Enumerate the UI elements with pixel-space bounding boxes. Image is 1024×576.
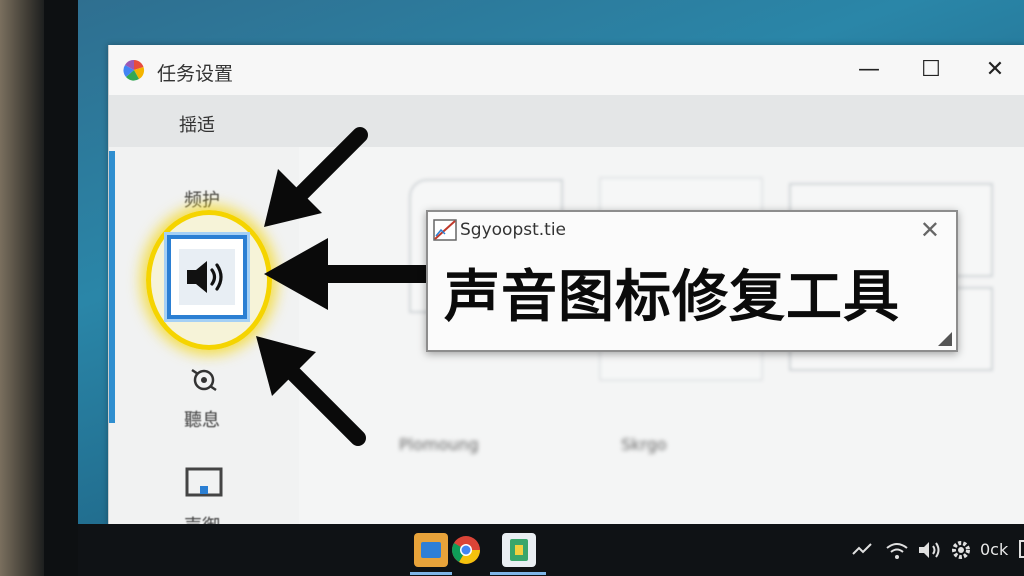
notification-icon[interactable] (1018, 538, 1024, 562)
wifi-icon[interactable] (884, 538, 910, 562)
dialog-headline: 声音图标修复工具 (444, 265, 900, 330)
arrow-pointer-icon (264, 238, 426, 310)
settings-app-taskbar-icon[interactable] (502, 533, 536, 567)
active-app-indicator (410, 572, 452, 575)
menu-label[interactable]: 揺适 (179, 111, 215, 137)
taskbar: 0ck (78, 524, 1024, 576)
speaker-volume-icon (187, 261, 223, 293)
monitor-bezel (0, 0, 48, 576)
chevron-up-icon[interactable] (850, 538, 874, 562)
close-button[interactable]: ✕ (973, 55, 1017, 85)
arrow-pointer-icon (264, 127, 368, 227)
dialog-close-button[interactable]: ✕ (920, 216, 940, 244)
sound-tile (179, 249, 235, 305)
title-bar: 任务设置 — ☐ ✕ (109, 45, 1024, 95)
monitor-edge (44, 0, 78, 576)
maximize-button[interactable]: ☐ (909, 55, 953, 85)
volume-tray-icon[interactable] (916, 538, 942, 562)
active-app-indicator (490, 572, 546, 575)
file-explorer-icon[interactable] (414, 533, 448, 567)
chrome-browser-icon[interactable] (449, 533, 483, 567)
dialog-title: Sgyoopst.tie (460, 220, 567, 240)
display-icon (185, 467, 223, 497)
app-logo-icon (123, 59, 145, 81)
window-title: 任务设置 (157, 63, 234, 85)
arrow-pointer-icon (256, 336, 366, 446)
tray-clock-text: 0ck (980, 540, 1009, 559)
gear-icon[interactable] (948, 537, 974, 563)
sound-settings-button[interactable] (167, 235, 247, 319)
resize-grip-icon[interactable] (938, 332, 952, 346)
network-icon (191, 368, 217, 392)
card-label: Skrgo (621, 435, 667, 454)
sidebar-item-label[interactable]: 聽息 (184, 406, 220, 432)
image-file-icon (433, 219, 457, 241)
sidebar-item-label[interactable]: 频护 (184, 186, 220, 212)
minimize-button[interactable]: — (847, 55, 891, 85)
sidebar-selection-accent (109, 151, 115, 423)
menu-bar: 揺适 (109, 95, 1024, 147)
card-label: Plomoung (399, 435, 479, 454)
tool-title-dialog: Sgyoopst.tie ✕ 声音图标修复工具 (426, 210, 958, 352)
